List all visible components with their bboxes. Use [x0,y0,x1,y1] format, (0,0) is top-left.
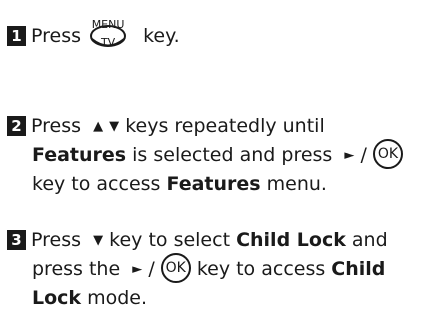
step-number: 2 [7,116,26,136]
step-text: key to access [196,258,326,280]
menu-tv-key-icon: MENU TV [89,18,127,51]
right-arrow-icon: ► [344,148,355,163]
ok-key-icon: OK [160,252,191,283]
step-2: 2 Press ▲ ▼ keys repeatedly until Feature… [7,112,403,198]
up-arrow-icon: ▲ [93,119,104,134]
step-text: Press [31,115,82,137]
step-text: keys repeatedly until [125,115,325,137]
child-lock-term: Child Lock [236,229,346,251]
step-1: 1 Press MENU TV key. [7,18,180,51]
child-term: Child [331,258,386,280]
ok-key-icon: OK [372,138,403,169]
features-term: Features [166,173,261,195]
step-text: Press [31,25,82,47]
step-text: is selected and press [132,144,333,166]
step-text: menu. [266,173,327,195]
step-text: mode. [87,287,148,309]
step-text: key. [143,25,180,47]
step-number: 1 [7,26,26,46]
lock-term: Lock [32,287,82,309]
step-text: and [351,229,388,251]
right-arrow-icon: ► [132,262,143,277]
features-term: Features [32,144,127,166]
step-text: key to select [109,229,231,251]
down-arrow-icon: ▼ [109,119,120,134]
step-text: Press [31,229,82,251]
slash: / [148,258,155,280]
down-arrow-icon: ▼ [93,233,104,248]
step-3: 3 Press ▼ key to select Child Lock and pr… [7,226,388,312]
step-text: key to access [32,173,161,195]
step-text: press the [32,258,121,280]
tv-label: TV [100,35,116,49]
step-number: 3 [7,230,26,250]
slash: / [360,144,367,166]
